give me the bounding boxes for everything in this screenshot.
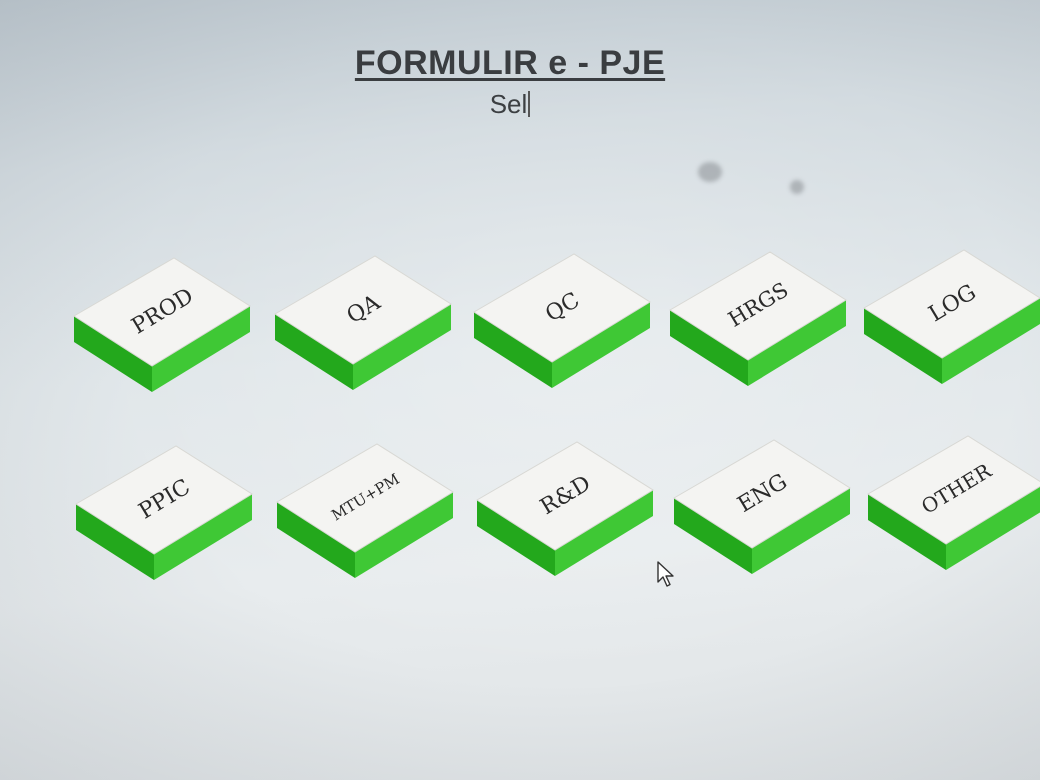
text-input-subtitle[interactable]: Sel xyxy=(330,89,690,120)
tile-graphic: PPIC xyxy=(75,445,253,580)
page-title: FORMULIR e - PJE xyxy=(354,44,666,82)
department-tile-other[interactable]: OTHER xyxy=(867,435,1040,586)
tile-graphic: MTU+PM xyxy=(276,443,454,578)
department-tile-qa[interactable]: QA xyxy=(274,255,455,406)
tile-graphic: LOG xyxy=(863,249,1040,384)
department-tile-log[interactable]: LOG xyxy=(863,249,1040,400)
department-tile-r-d[interactable]: R&D xyxy=(476,441,657,592)
tile-graphic: OTHER xyxy=(867,435,1040,570)
tile-graphic: QC xyxy=(473,253,651,388)
department-tile-ppic[interactable]: PPIC xyxy=(75,445,256,596)
department-tile-qc[interactable]: QC xyxy=(473,253,654,404)
mouse-pointer-icon xyxy=(657,561,674,587)
department-tile-eng[interactable]: ENG xyxy=(673,439,854,590)
screen-smudge xyxy=(790,180,804,194)
department-tile-mtu-pm[interactable]: MTU+PM xyxy=(276,443,457,594)
tile-graphic: PROD xyxy=(73,257,251,392)
screen-smudge xyxy=(698,162,722,182)
tile-graphic: ENG xyxy=(673,439,851,574)
tile-graphic: QA xyxy=(274,255,452,390)
tile-graphic: HRGS xyxy=(669,251,847,386)
department-tile-hrgs[interactable]: HRGS xyxy=(669,251,850,402)
subtitle-text: Sel xyxy=(489,89,528,119)
tile-graphic: R&D xyxy=(476,441,654,576)
text-caret xyxy=(528,91,531,117)
header: FORMULIR e - PJE Sel xyxy=(330,44,690,120)
department-tile-prod[interactable]: PROD xyxy=(73,257,254,408)
